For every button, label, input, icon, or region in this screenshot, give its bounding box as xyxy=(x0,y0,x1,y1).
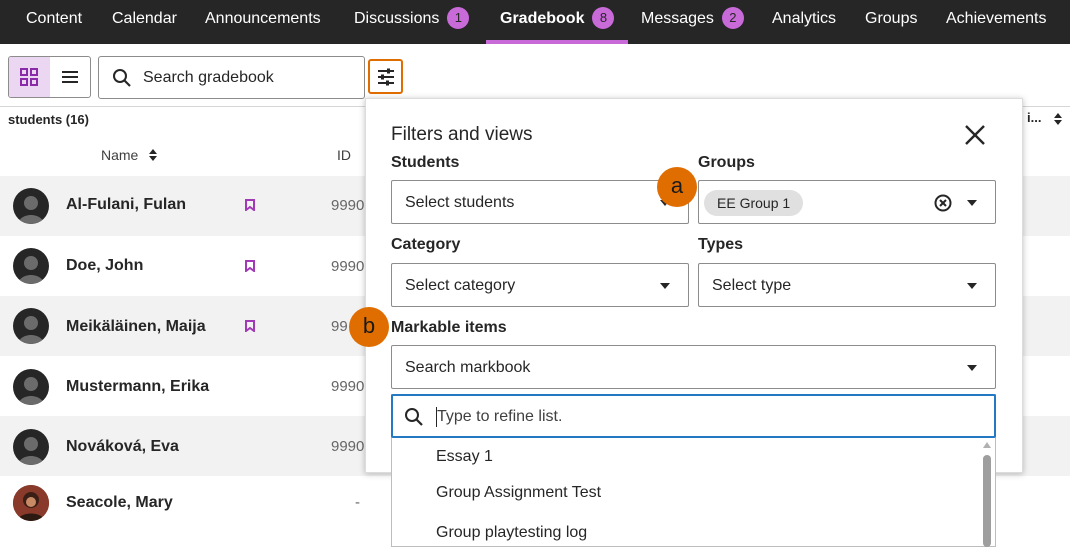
avatar xyxy=(13,308,49,344)
types-select-value: Select type xyxy=(712,277,792,294)
groups-select[interactable]: EE Group 1 xyxy=(698,180,996,224)
avatar xyxy=(13,248,49,284)
close-icon[interactable] xyxy=(963,123,987,147)
list-item[interactable]: Group playtesting log xyxy=(436,524,587,542)
refine-placeholder: Type to refine list. xyxy=(437,408,563,425)
scroll-up-icon[interactable] xyxy=(982,441,992,449)
chevron-down-icon xyxy=(660,283,670,289)
person-placeholder-icon xyxy=(18,437,44,465)
bookmark-icon xyxy=(245,260,255,272)
student-name[interactable]: Doe, John xyxy=(66,257,143,275)
bookmark-icon xyxy=(245,320,255,332)
person-photo-icon xyxy=(13,485,49,521)
avatar xyxy=(13,369,49,405)
filter-button[interactable] xyxy=(368,59,403,94)
view-toggle xyxy=(8,56,91,98)
students-label: Students xyxy=(391,154,460,171)
tab-achievements[interactable]: Achievements xyxy=(946,0,1047,44)
student-id: 9990 xyxy=(331,378,365,395)
avatar xyxy=(13,485,49,521)
list-view-button[interactable] xyxy=(50,57,91,97)
markable-items-select-value: Search markbook xyxy=(405,359,531,376)
category-select-value: Select category xyxy=(405,277,516,294)
list-item[interactable]: Group Assignment Test xyxy=(436,484,601,502)
student-name[interactable]: Seacole, Mary xyxy=(66,494,173,512)
search-icon xyxy=(113,69,131,87)
column-header-truncated[interactable]: i... xyxy=(1027,110,1041,125)
grid-view-button[interactable] xyxy=(9,57,50,97)
person-placeholder-icon xyxy=(18,377,44,405)
chevron-down-icon xyxy=(967,283,977,289)
group-chip: EE Group 1 xyxy=(704,190,804,216)
tab-gradebook[interactable]: Gradebook 8 xyxy=(486,0,628,44)
tab-messages[interactable]: Messages 2 xyxy=(641,0,744,44)
category-label: Category xyxy=(391,236,461,253)
tab-groups[interactable]: Groups xyxy=(865,0,917,44)
types-select[interactable]: Select type xyxy=(698,263,996,307)
grid-icon xyxy=(20,68,39,86)
person-placeholder-icon xyxy=(18,316,44,344)
column-header-id[interactable]: ID xyxy=(337,147,351,163)
student-id: 99 xyxy=(331,318,348,335)
student-id: 9990 xyxy=(331,197,365,214)
scrollbar-thumb[interactable] xyxy=(983,455,991,547)
search-placeholder: Search gradebook xyxy=(143,69,274,86)
person-placeholder-icon xyxy=(18,256,44,284)
student-id: 9990 xyxy=(331,258,365,275)
chevron-down-icon xyxy=(967,200,977,206)
panel-title: Filters and views xyxy=(391,124,533,145)
student-name[interactable]: Nováková, Eva xyxy=(66,438,179,456)
sort-icon[interactable] xyxy=(1053,112,1063,126)
avatar xyxy=(13,188,49,224)
student-name[interactable]: Meikäläinen, Maija xyxy=(66,318,206,336)
gradebook-search-input[interactable]: Search gradebook xyxy=(98,56,365,99)
callout-marker-a: a xyxy=(657,167,697,207)
students-select[interactable]: Select students xyxy=(391,180,689,224)
students-count: students (16) xyxy=(8,112,89,127)
column-id-label: ID xyxy=(337,147,351,163)
search-icon xyxy=(405,408,423,426)
clear-icon[interactable] xyxy=(934,194,952,212)
groups-label: Groups xyxy=(698,154,755,171)
tab-calendar[interactable]: Calendar xyxy=(112,0,177,44)
sliders-icon xyxy=(377,68,394,85)
messages-badge: 2 xyxy=(721,6,744,29)
column-header-name[interactable]: Name xyxy=(101,147,158,163)
list-icon xyxy=(61,71,78,83)
tab-content[interactable]: Content xyxy=(26,0,82,44)
tab-announcements[interactable]: Announcements xyxy=(205,0,321,44)
sort-icon xyxy=(149,149,158,161)
markable-items-select[interactable]: Search markbook xyxy=(391,345,996,389)
gradebook-badge: 8 xyxy=(592,6,615,29)
column-name-label: Name xyxy=(101,147,139,163)
category-select[interactable]: Select category xyxy=(391,263,689,307)
bookmark-icon xyxy=(245,199,255,211)
list-item[interactable]: Essay 1 xyxy=(436,448,493,466)
avatar xyxy=(13,429,49,465)
types-label: Types xyxy=(698,236,744,253)
discussions-badge: 1 xyxy=(447,6,470,29)
student-id: - xyxy=(355,494,360,511)
callout-marker-b: b xyxy=(349,307,389,347)
tab-analytics[interactable]: Analytics xyxy=(772,0,836,44)
student-id: 9990 xyxy=(331,438,365,455)
students-select-value: Select students xyxy=(405,194,515,211)
student-name[interactable]: Al-Fulani, Fulan xyxy=(66,196,186,214)
tab-discussions[interactable]: Discussions 1 xyxy=(354,0,470,44)
student-name[interactable]: Mustermann, Erika xyxy=(66,378,209,396)
chevron-down-icon xyxy=(967,365,977,371)
refine-list-input[interactable]: Type to refine list. xyxy=(391,394,996,438)
person-placeholder-icon xyxy=(18,196,44,224)
markable-items-label: Markable items xyxy=(391,319,507,336)
top-navigation: Content Calendar Announcements Discussio… xyxy=(0,0,1070,44)
